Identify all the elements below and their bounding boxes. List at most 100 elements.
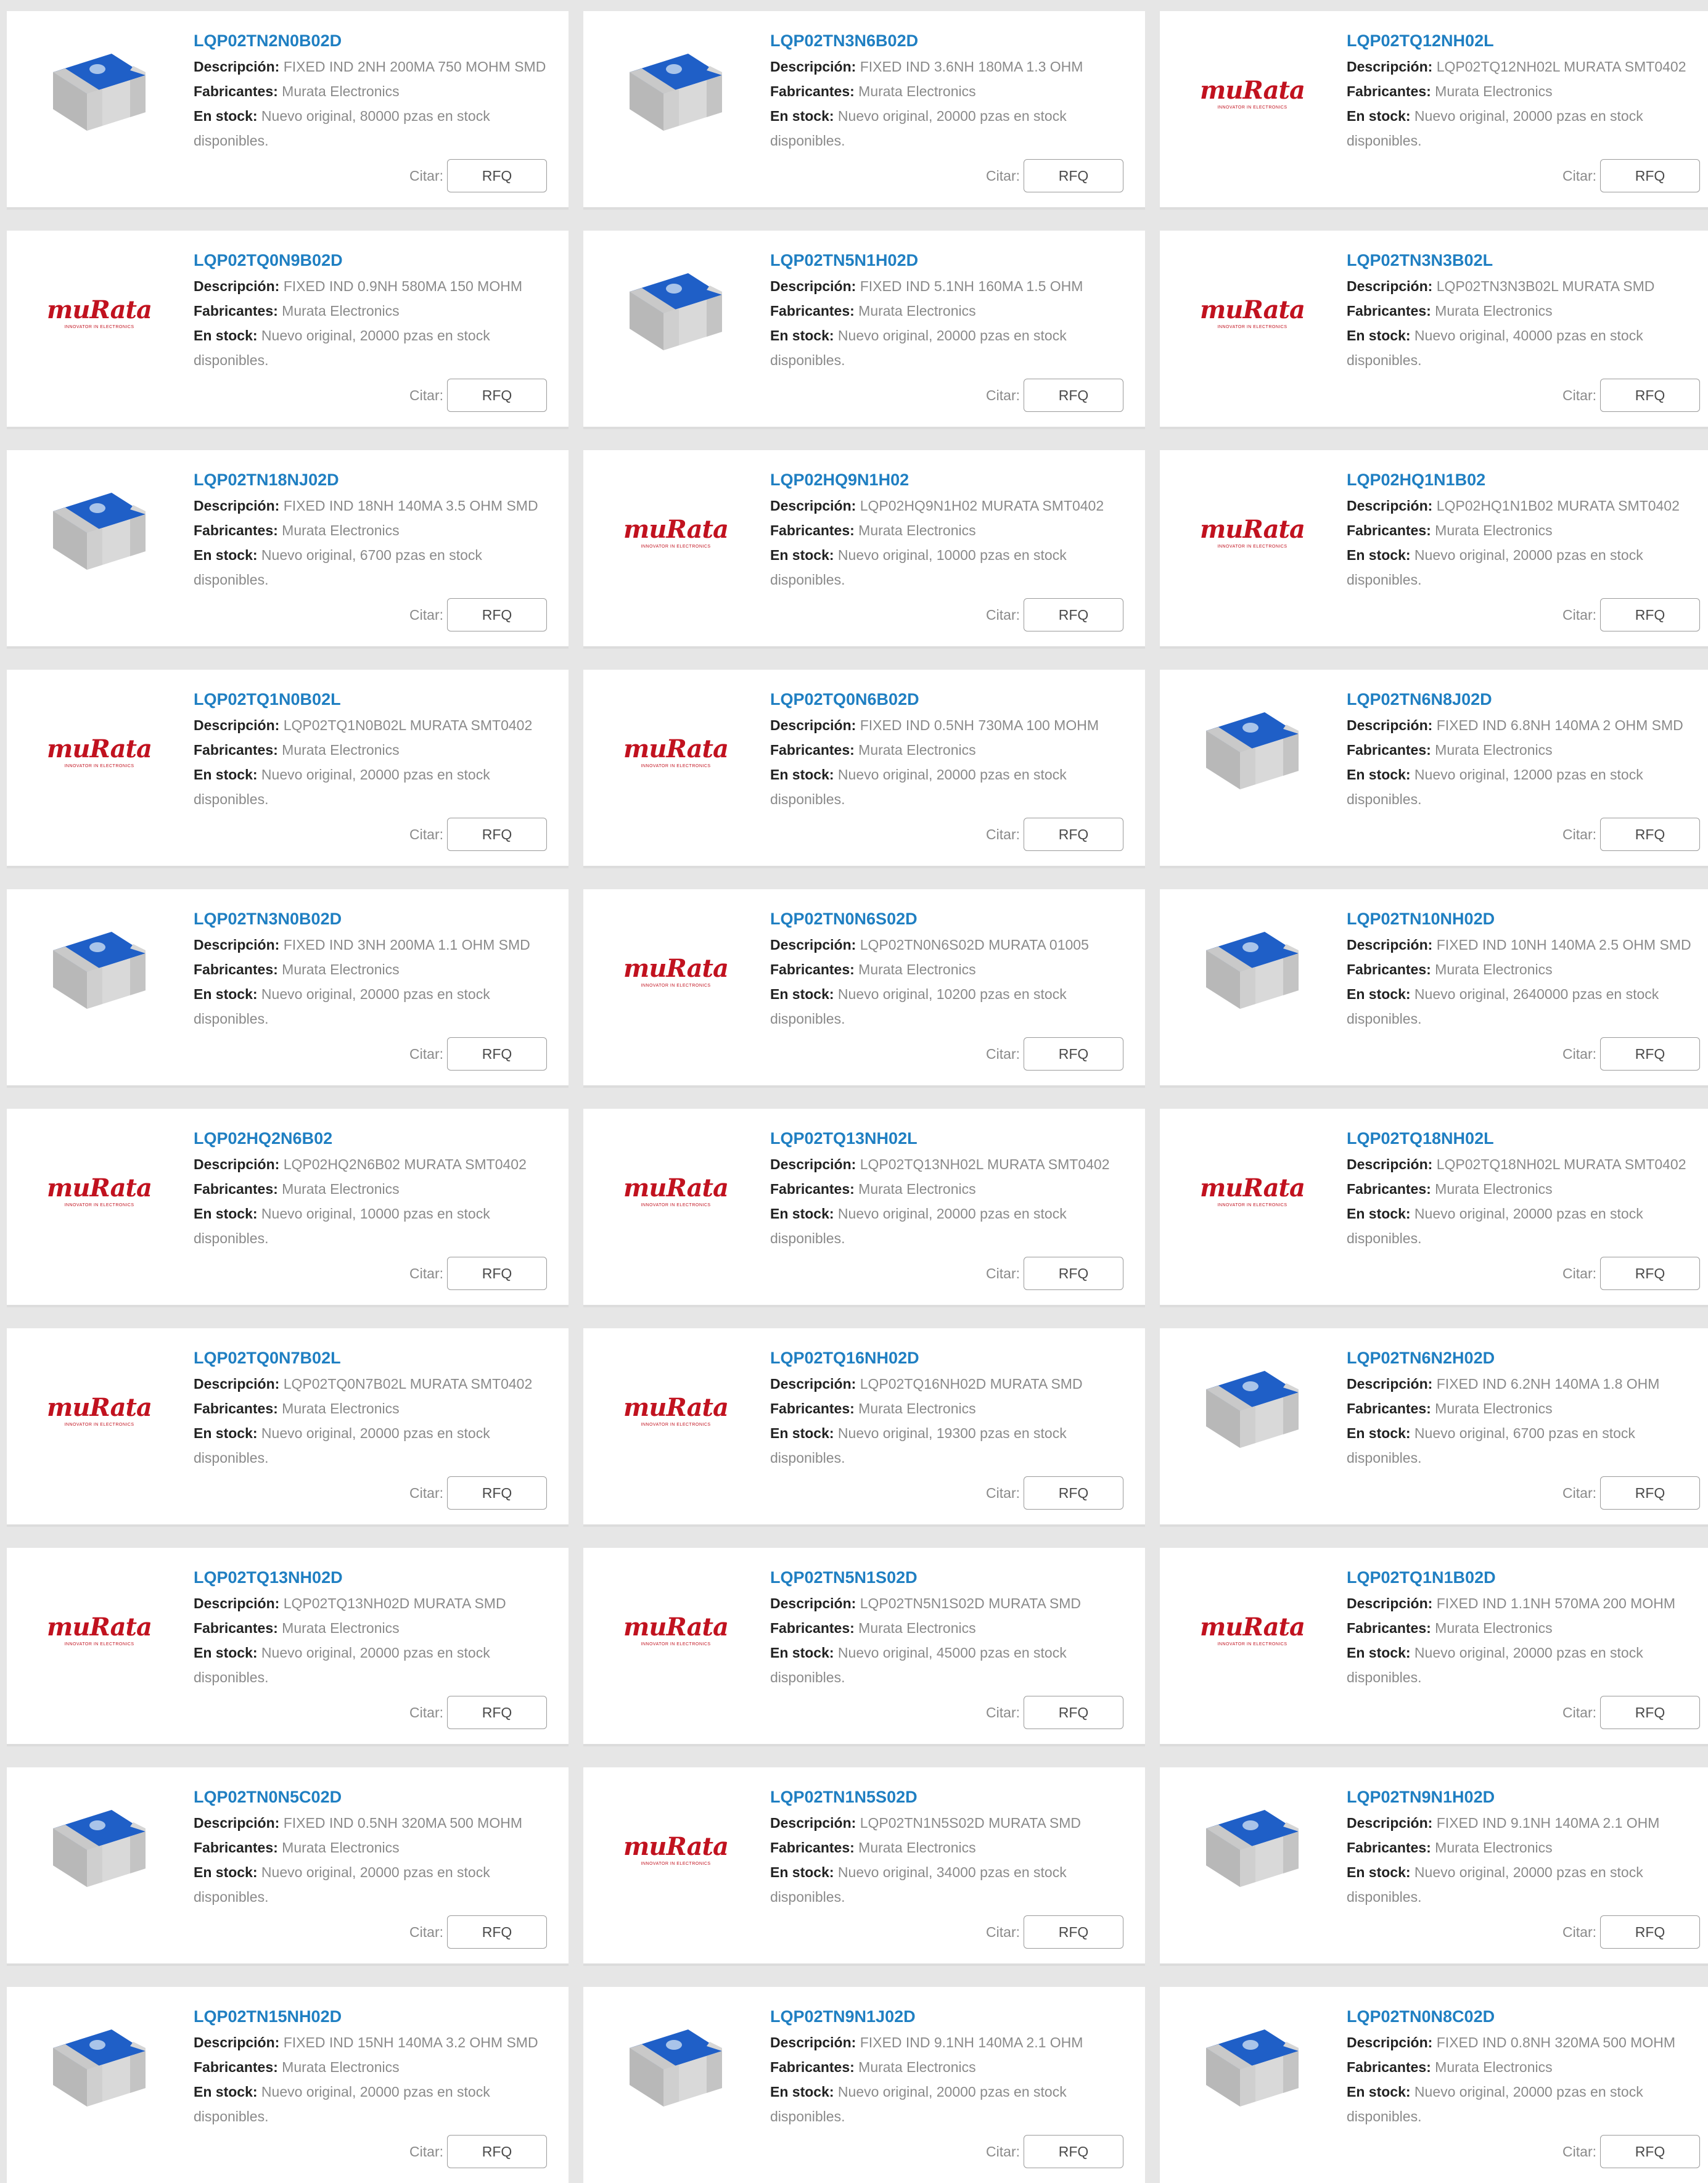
product-image[interactable]: muRata INNOVATOR IN ELECTRONICS <box>38 258 161 369</box>
manufacturer-value: Murata Electronics <box>1435 1620 1553 1636</box>
rfq-button[interactable]: RFQ <box>1600 1696 1700 1729</box>
product-image[interactable]: muRata INNOVATOR IN ELECTRONICS <box>614 1136 737 1247</box>
product-image[interactable]: muRata INNOVATOR IN ELECTRONICS <box>1191 477 1314 588</box>
rfq-button[interactable]: RFQ <box>1600 598 1700 631</box>
part-number-link[interactable]: LQP02TN5N1S02D <box>770 1566 1145 1589</box>
product-image[interactable]: muRata INNOVATOR IN ELECTRONICS <box>38 697 161 808</box>
product-image[interactable] <box>38 1794 161 1906</box>
rfq-button[interactable]: RFQ <box>447 1037 547 1071</box>
part-number-link[interactable]: LQP02HQ1N1B02 <box>1347 469 1708 491</box>
rfq-button[interactable]: RFQ <box>447 818 547 851</box>
rfq-button[interactable]: RFQ <box>447 2135 547 2168</box>
product-image[interactable] <box>38 2014 161 2125</box>
product-image[interactable]: muRata INNOVATOR IN ELECTRONICS <box>614 1794 737 1906</box>
product-image[interactable] <box>38 477 161 588</box>
part-number-link[interactable]: LQP02TN3N0B02D <box>194 908 569 930</box>
product-image[interactable] <box>1191 916 1314 1027</box>
part-number-link[interactable]: LQP02TQ0N9B02D <box>194 249 569 271</box>
product-image[interactable] <box>1191 1794 1314 1906</box>
product-image[interactable]: muRata INNOVATOR IN ELECTRONICS <box>614 477 737 588</box>
rfq-button[interactable]: RFQ <box>1600 818 1700 851</box>
rfq-button[interactable]: RFQ <box>447 1476 547 1510</box>
part-number-link[interactable]: LQP02TN6N2H02D <box>1347 1347 1708 1369</box>
rfq-button[interactable]: RFQ <box>1024 2135 1123 2168</box>
rfq-button[interactable]: RFQ <box>1024 1915 1123 1949</box>
product-image[interactable] <box>1191 1355 1314 1466</box>
rfq-button[interactable]: RFQ <box>447 598 547 631</box>
rfq-button[interactable]: RFQ <box>1600 379 1700 412</box>
rfq-button[interactable]: RFQ <box>1024 1476 1123 1510</box>
rfq-button[interactable]: RFQ <box>1600 1915 1700 1949</box>
manufacturer-value: Murata Electronics <box>858 961 976 977</box>
product-image[interactable] <box>614 258 737 369</box>
part-number-link[interactable]: LQP02TN15NH02D <box>194 2005 569 2028</box>
rfq-button[interactable]: RFQ <box>1600 1476 1700 1510</box>
rfq-button[interactable]: RFQ <box>1600 1037 1700 1071</box>
product-image[interactable]: muRata INNOVATOR IN ELECTRONICS <box>1191 258 1314 369</box>
quote-label: Citar: <box>409 1484 443 1501</box>
part-number-link[interactable]: LQP02TQ0N6B02D <box>770 688 1145 710</box>
description-value: LQP02TN3N3B02L MURATA SMD <box>1436 278 1655 294</box>
rfq-button[interactable]: RFQ <box>447 1696 547 1729</box>
part-number-link[interactable]: LQP02TN2N0B02D <box>194 30 569 52</box>
part-number-link[interactable]: LQP02TN0N6S02D <box>770 908 1145 930</box>
product-image[interactable]: muRata INNOVATOR IN ELECTRONICS <box>1191 1575 1314 1686</box>
rfq-button[interactable]: RFQ <box>1024 379 1123 412</box>
product-image[interactable]: muRata INNOVATOR IN ELECTRONICS <box>614 1355 737 1466</box>
part-number-link[interactable]: LQP02TQ13NH02L <box>770 1127 1145 1149</box>
rfq-button[interactable]: RFQ <box>1024 1696 1123 1729</box>
rfq-button[interactable]: RFQ <box>1024 598 1123 631</box>
part-number-link[interactable]: LQP02TQ1N1B02D <box>1347 1566 1708 1589</box>
quote-footer: Citar: RFQ <box>1562 159 1700 192</box>
product-image[interactable]: muRata INNOVATOR IN ELECTRONICS <box>614 697 737 808</box>
product-image[interactable]: muRata INNOVATOR IN ELECTRONICS <box>38 1355 161 1466</box>
part-number-link[interactable]: LQP02TN0N8C02D <box>1347 2005 1708 2028</box>
product-image[interactable]: muRata INNOVATOR IN ELECTRONICS <box>614 1575 737 1686</box>
part-number-link[interactable]: LQP02TN9N1J02D <box>770 2005 1145 2028</box>
product-image[interactable] <box>1191 697 1314 808</box>
part-number-link[interactable]: LQP02HQ2N6B02 <box>194 1127 569 1149</box>
rfq-button[interactable]: RFQ <box>1024 159 1123 192</box>
rfq-button[interactable]: RFQ <box>1600 159 1700 192</box>
product-image[interactable]: muRata INNOVATOR IN ELECTRONICS <box>38 1136 161 1247</box>
quote-label: Citar: <box>409 2143 443 2160</box>
part-number-link[interactable]: LQP02TN9N1H02D <box>1347 1786 1708 1808</box>
part-number-link[interactable]: LQP02TN18NJ02D <box>194 469 569 491</box>
product-image[interactable] <box>38 38 161 149</box>
rfq-button[interactable]: RFQ <box>447 1257 547 1290</box>
part-number-link[interactable]: LQP02TQ13NH02D <box>194 1566 569 1589</box>
product-image[interactable] <box>1191 2014 1314 2125</box>
part-number-link[interactable]: LQP02TN6N8J02D <box>1347 688 1708 710</box>
chip-icon <box>630 2029 722 2107</box>
rfq-button[interactable]: RFQ <box>447 1915 547 1949</box>
product-image[interactable] <box>614 2014 737 2125</box>
product-image[interactable] <box>38 916 161 1027</box>
product-image[interactable]: muRata INNOVATOR IN ELECTRONICS <box>38 1575 161 1686</box>
part-number-link[interactable]: LQP02TQ18NH02L <box>1347 1127 1708 1149</box>
part-number-link[interactable]: LQP02TN1N5S02D <box>770 1786 1145 1808</box>
part-number-link[interactable]: LQP02TN3N6B02D <box>770 30 1145 52</box>
product-image[interactable]: muRata INNOVATOR IN ELECTRONICS <box>614 916 737 1027</box>
part-number-link[interactable]: LQP02HQ9N1H02 <box>770 469 1145 491</box>
product-image[interactable]: muRata INNOVATOR IN ELECTRONICS <box>1191 38 1314 149</box>
rfq-button[interactable]: RFQ <box>447 159 547 192</box>
rfq-button[interactable]: RFQ <box>1600 2135 1700 2168</box>
part-number-link[interactable]: LQP02TQ16NH02D <box>770 1347 1145 1369</box>
part-number-link[interactable]: LQP02TN10NH02D <box>1347 908 1708 930</box>
rfq-button[interactable]: RFQ <box>1024 818 1123 851</box>
part-number-link[interactable]: LQP02TQ12NH02L <box>1347 30 1708 52</box>
description-row: Descripción: LQP02HQ1N1B02 MURATA SMT040… <box>1347 493 1708 518</box>
rfq-button[interactable]: RFQ <box>1024 1037 1123 1071</box>
rfq-button[interactable]: RFQ <box>447 379 547 412</box>
product-image[interactable] <box>614 38 737 149</box>
rfq-button[interactable]: RFQ <box>1024 1257 1123 1290</box>
part-number-link[interactable]: LQP02TQ1N0B02L <box>194 688 569 710</box>
part-number-link[interactable]: LQP02TN5N1H02D <box>770 249 1145 271</box>
part-number-link[interactable]: LQP02TN3N3B02L <box>1347 249 1708 271</box>
chip-icon <box>53 932 146 1009</box>
rfq-button[interactable]: RFQ <box>1600 1257 1700 1290</box>
part-number-link[interactable]: LQP02TN0N5C02D <box>194 1786 569 1808</box>
description-value: FIXED IND 0.8NH 320MA 500 MOHM <box>1436 2034 1676 2050</box>
part-number-link[interactable]: LQP02TQ0N7B02L <box>194 1347 569 1369</box>
product-image[interactable]: muRata INNOVATOR IN ELECTRONICS <box>1191 1136 1314 1247</box>
